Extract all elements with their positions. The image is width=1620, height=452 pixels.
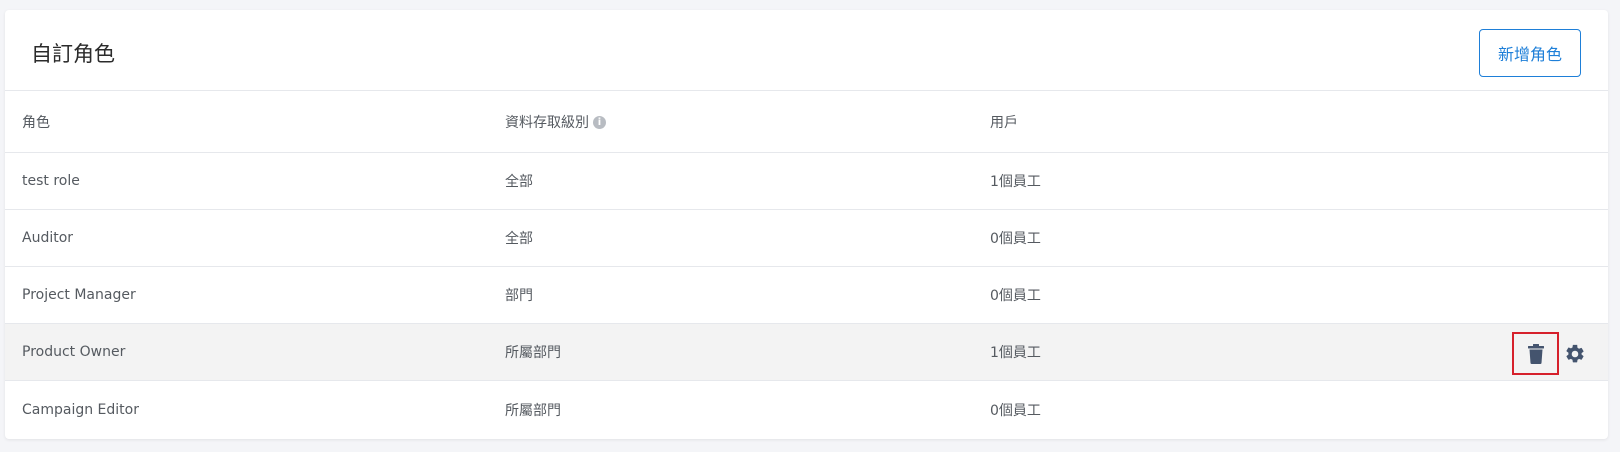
role-settings-button[interactable]	[1559, 332, 1591, 375]
user-count: 1個員工	[990, 174, 1041, 190]
access-level: 全部	[505, 174, 533, 190]
role-name: Product Owner	[22, 344, 126, 360]
card-header: 自訂角色 新增角色	[5, 10, 1608, 91]
trash-icon	[1527, 343, 1544, 364]
table-header-row: 角色 資料存取級別 i 用戶	[5, 91, 1608, 153]
role-name: test role	[22, 173, 80, 189]
table-row[interactable]: Campaign Editor 所屬部門 0個員工	[5, 381, 1608, 438]
user-count: 0個員工	[990, 402, 1041, 419]
table-row[interactable]: Auditor 全部 0個員工	[5, 210, 1608, 267]
custom-roles-card: 自訂角色 新增角色 角色 資料存取級別 i 用戶 test role 全部 1個員…	[5, 10, 1608, 439]
role-name: Auditor	[22, 230, 74, 246]
user-count: 1個員工	[990, 345, 1041, 361]
access-level: 部門	[505, 288, 533, 304]
gear-icon	[1566, 344, 1584, 362]
access-level: 所屬部門	[505, 345, 561, 361]
access-level: 所屬部門	[505, 402, 561, 419]
role-name: Project Manager	[22, 287, 136, 303]
access-level: 全部	[505, 231, 533, 247]
table-row[interactable]: Project Manager 部門 0個員工	[5, 267, 1608, 324]
delete-role-button[interactable]	[1512, 332, 1559, 375]
column-header-role[interactable]: 角色	[22, 112, 50, 132]
roles-table: 角色 資料存取級別 i 用戶 test role 全部 1個員工 Auditor …	[5, 91, 1608, 438]
row-actions	[1512, 332, 1591, 375]
page-title: 自訂角色	[31, 42, 115, 66]
user-count: 0個員工	[990, 231, 1041, 247]
column-header-access-level-label: 資料存取級別	[505, 114, 589, 131]
column-header-users[interactable]: 用戶	[990, 112, 1018, 132]
column-header-access-level: 資料存取級別 i	[505, 112, 606, 132]
table-row[interactable]: test role 全部 1個員工	[5, 153, 1608, 210]
add-role-button[interactable]: 新增角色	[1478, 29, 1581, 77]
info-icon[interactable]: i	[593, 116, 606, 129]
role-name: Campaign Editor	[22, 401, 139, 418]
user-count: 0個員工	[990, 288, 1041, 304]
table-row[interactable]: Product Owner 所屬部門 1個員工	[5, 324, 1608, 381]
